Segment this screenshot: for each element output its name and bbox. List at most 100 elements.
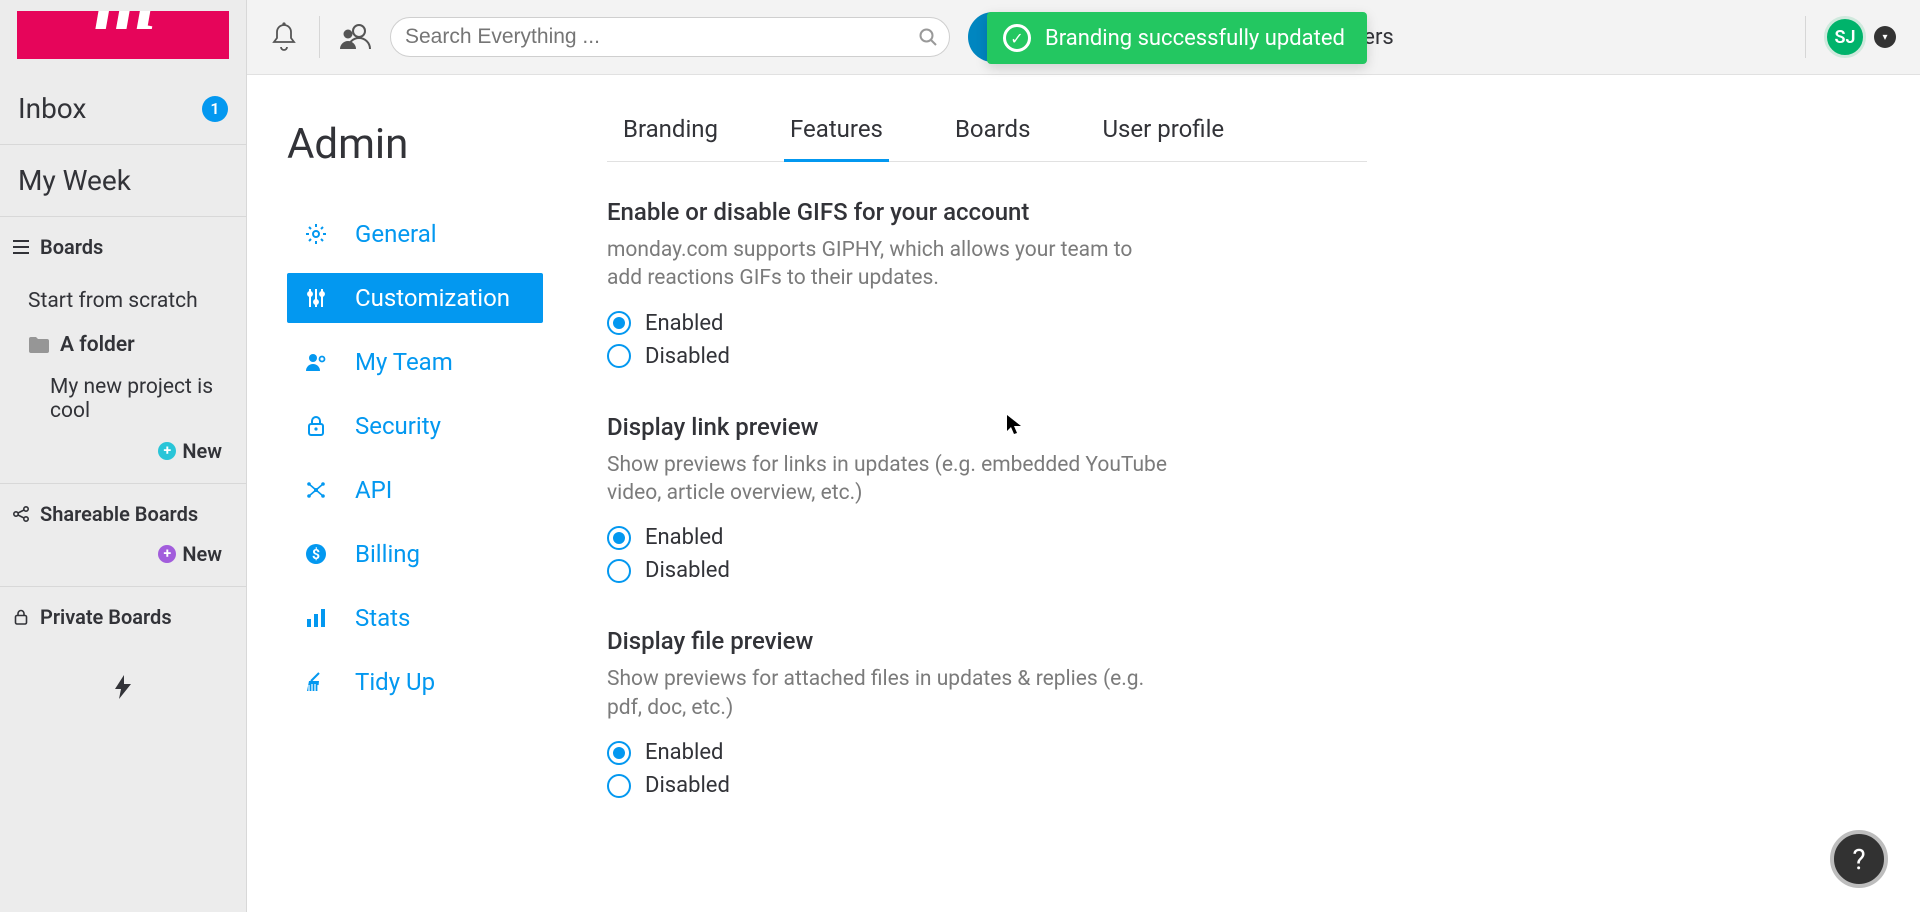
sidebar-myweek-label: My Week xyxy=(18,164,131,197)
notifications-icon[interactable] xyxy=(267,20,301,54)
board-item-label: My new project is cool xyxy=(50,375,213,423)
sidebar-inbox-label: Inbox xyxy=(18,92,86,125)
chevron-down-icon[interactable]: ▾ xyxy=(1874,26,1896,48)
radio-gifs-enabled[interactable]: Enabled xyxy=(607,311,1367,336)
sidebar-inbox[interactable]: Inbox 1 xyxy=(0,73,246,145)
new-shareable-button[interactable]: + New xyxy=(10,526,236,566)
radio-label: Enabled xyxy=(645,311,723,336)
radio-link-enabled[interactable]: Enabled xyxy=(607,525,1367,550)
admin-nav-label: Billing xyxy=(355,540,420,568)
lock-icon xyxy=(12,609,30,625)
board-start-from-scratch[interactable]: Start from scratch xyxy=(10,279,236,323)
setting-title: Display file preview xyxy=(607,627,1367,655)
toast-message: Branding successfully updated xyxy=(1045,26,1345,51)
team-icon xyxy=(305,351,327,373)
setting-desc: monday.com supports GIPHY, which allows … xyxy=(607,236,1167,293)
admin-nav-billing[interactable]: $ Billing xyxy=(287,529,543,579)
user-menu[interactable]: SJ ▾ xyxy=(1824,16,1896,58)
sidebar-shareable-title: Shareable Boards xyxy=(40,502,198,526)
admin-nav-label: Stats xyxy=(355,604,410,632)
admin-nav-api[interactable]: API xyxy=(287,465,543,515)
help-label: ? xyxy=(1852,843,1865,876)
board-project[interactable]: My new project is cool xyxy=(10,375,236,423)
tab-features[interactable]: Features xyxy=(784,105,889,162)
sidebar-myweek[interactable]: My Week xyxy=(0,145,246,217)
admin-nav-general[interactable]: General xyxy=(287,209,543,259)
radio-label: Disabled xyxy=(645,773,730,798)
radio-link-disabled[interactable]: Disabled xyxy=(607,558,1367,583)
page-title: Admin xyxy=(287,120,587,169)
setting-title: Enable or disable GIFS for your account xyxy=(607,198,1367,226)
sidebar-boards-title-row[interactable]: Boards xyxy=(10,235,236,259)
radio-file-enabled[interactable]: Enabled xyxy=(607,740,1367,765)
search-input[interactable] xyxy=(405,18,935,56)
setting-title: Display link preview xyxy=(607,413,1367,441)
tab-userprofile[interactable]: User profile xyxy=(1096,105,1230,162)
setting-linkpreview: Display link preview Show previews for l… xyxy=(607,413,1367,584)
left-sidebar: m Inbox 1 My Week Boards Start from scra… xyxy=(0,0,247,912)
tab-boards[interactable]: Boards xyxy=(949,105,1037,162)
tab-label: User profile xyxy=(1102,115,1224,143)
admin-nav-label: Security xyxy=(355,412,441,440)
admin-nav-tidyup[interactable]: Tidy Up xyxy=(287,657,543,707)
content: Admin General Customization xyxy=(247,75,1920,912)
gear-icon xyxy=(305,223,327,245)
board-item-label: Start from scratch xyxy=(28,289,198,313)
board-folder[interactable]: A folder xyxy=(10,323,236,367)
radio-icon xyxy=(607,741,631,765)
radio-icon xyxy=(607,559,631,583)
menu-icon xyxy=(12,240,30,254)
radio-icon xyxy=(607,774,631,798)
sidebar-boards-title: Boards xyxy=(40,235,103,259)
tab-branding[interactable]: Branding xyxy=(617,105,724,162)
settings-tabs: Branding Features Boards User profile xyxy=(607,105,1367,162)
admin-nav-label: API xyxy=(355,476,392,504)
admin-nav-myteam[interactable]: My Team xyxy=(287,337,543,387)
search-field-wrap xyxy=(390,17,950,57)
inbox-count-badge: 1 xyxy=(202,96,228,122)
app-logo[interactable]: m xyxy=(17,11,229,59)
new-shareable-label: New xyxy=(182,542,222,566)
divider xyxy=(1805,16,1806,58)
admin-nav-label: General xyxy=(355,220,437,248)
sidebar-bolt[interactable] xyxy=(0,649,246,725)
sidebar-shareable-title-row[interactable]: Shareable Boards xyxy=(10,502,236,526)
api-icon xyxy=(305,479,327,501)
setting-filepreview: Display file preview Show previews for a… xyxy=(607,627,1367,798)
radio-file-disabled[interactable]: Disabled xyxy=(607,773,1367,798)
sidebar-private-title-row[interactable]: Private Boards xyxy=(10,605,236,629)
admin-nav-label: Customization xyxy=(355,284,510,312)
main-area: your plan + Invite team members SJ ▾ ✓ B… xyxy=(247,0,1920,912)
radio-icon xyxy=(607,344,631,368)
radio-gifs-disabled[interactable]: Disabled xyxy=(607,344,1367,369)
setting-desc: Show previews for links in updates (e.g.… xyxy=(607,451,1167,508)
sidebar-private-section: Private Boards xyxy=(0,587,246,649)
new-board-label: New xyxy=(182,439,222,463)
folder-icon xyxy=(28,336,50,354)
help-button[interactable]: ? xyxy=(1830,830,1888,888)
check-icon: ✓ xyxy=(1003,24,1031,52)
sidebar-boards-section: Boards Start from scratch A folder My ne… xyxy=(0,217,246,484)
admin-nav: General Customization My Team xyxy=(287,209,587,715)
dollar-icon: $ xyxy=(305,543,327,565)
admin-nav-security[interactable]: Security xyxy=(287,401,543,451)
people-icon[interactable] xyxy=(338,20,372,54)
divider xyxy=(319,16,320,58)
admin-nav-customization[interactable]: Customization xyxy=(287,273,543,323)
broom-icon xyxy=(305,671,327,693)
success-toast: ✓ Branding successfully updated xyxy=(987,12,1367,64)
bolt-icon xyxy=(115,675,131,699)
share-icon xyxy=(12,506,30,522)
board-item-label: A folder xyxy=(60,333,135,357)
avatar: SJ xyxy=(1824,16,1866,58)
plus-icon: + xyxy=(158,442,176,460)
admin-nav-stats[interactable]: Stats xyxy=(287,593,543,643)
search-icon xyxy=(919,28,937,46)
new-board-button[interactable]: + New xyxy=(10,423,236,463)
radio-label: Disabled xyxy=(645,344,730,369)
admin-nav-label: My Team xyxy=(355,348,453,376)
radio-icon xyxy=(607,311,631,335)
radio-label: Enabled xyxy=(645,525,723,550)
admin-nav-label: Tidy Up xyxy=(355,668,435,696)
chart-icon xyxy=(305,607,327,629)
